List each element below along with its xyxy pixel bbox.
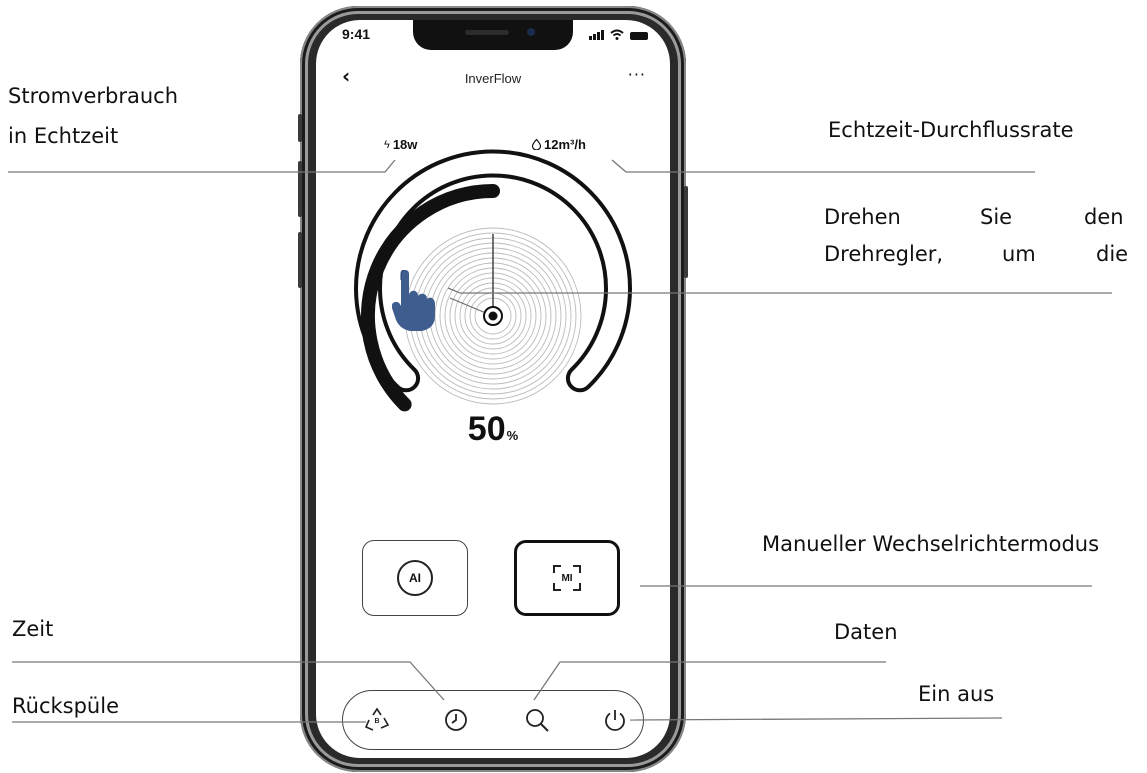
leader-time bbox=[12, 661, 445, 701]
callout-leader-lines bbox=[8, 159, 1112, 723]
leader-dial bbox=[447, 287, 1112, 294]
leader-data bbox=[533, 661, 886, 701]
leader-on-off bbox=[629, 717, 1003, 721]
leader-flow bbox=[611, 159, 1035, 173]
leader-power bbox=[8, 159, 396, 173]
